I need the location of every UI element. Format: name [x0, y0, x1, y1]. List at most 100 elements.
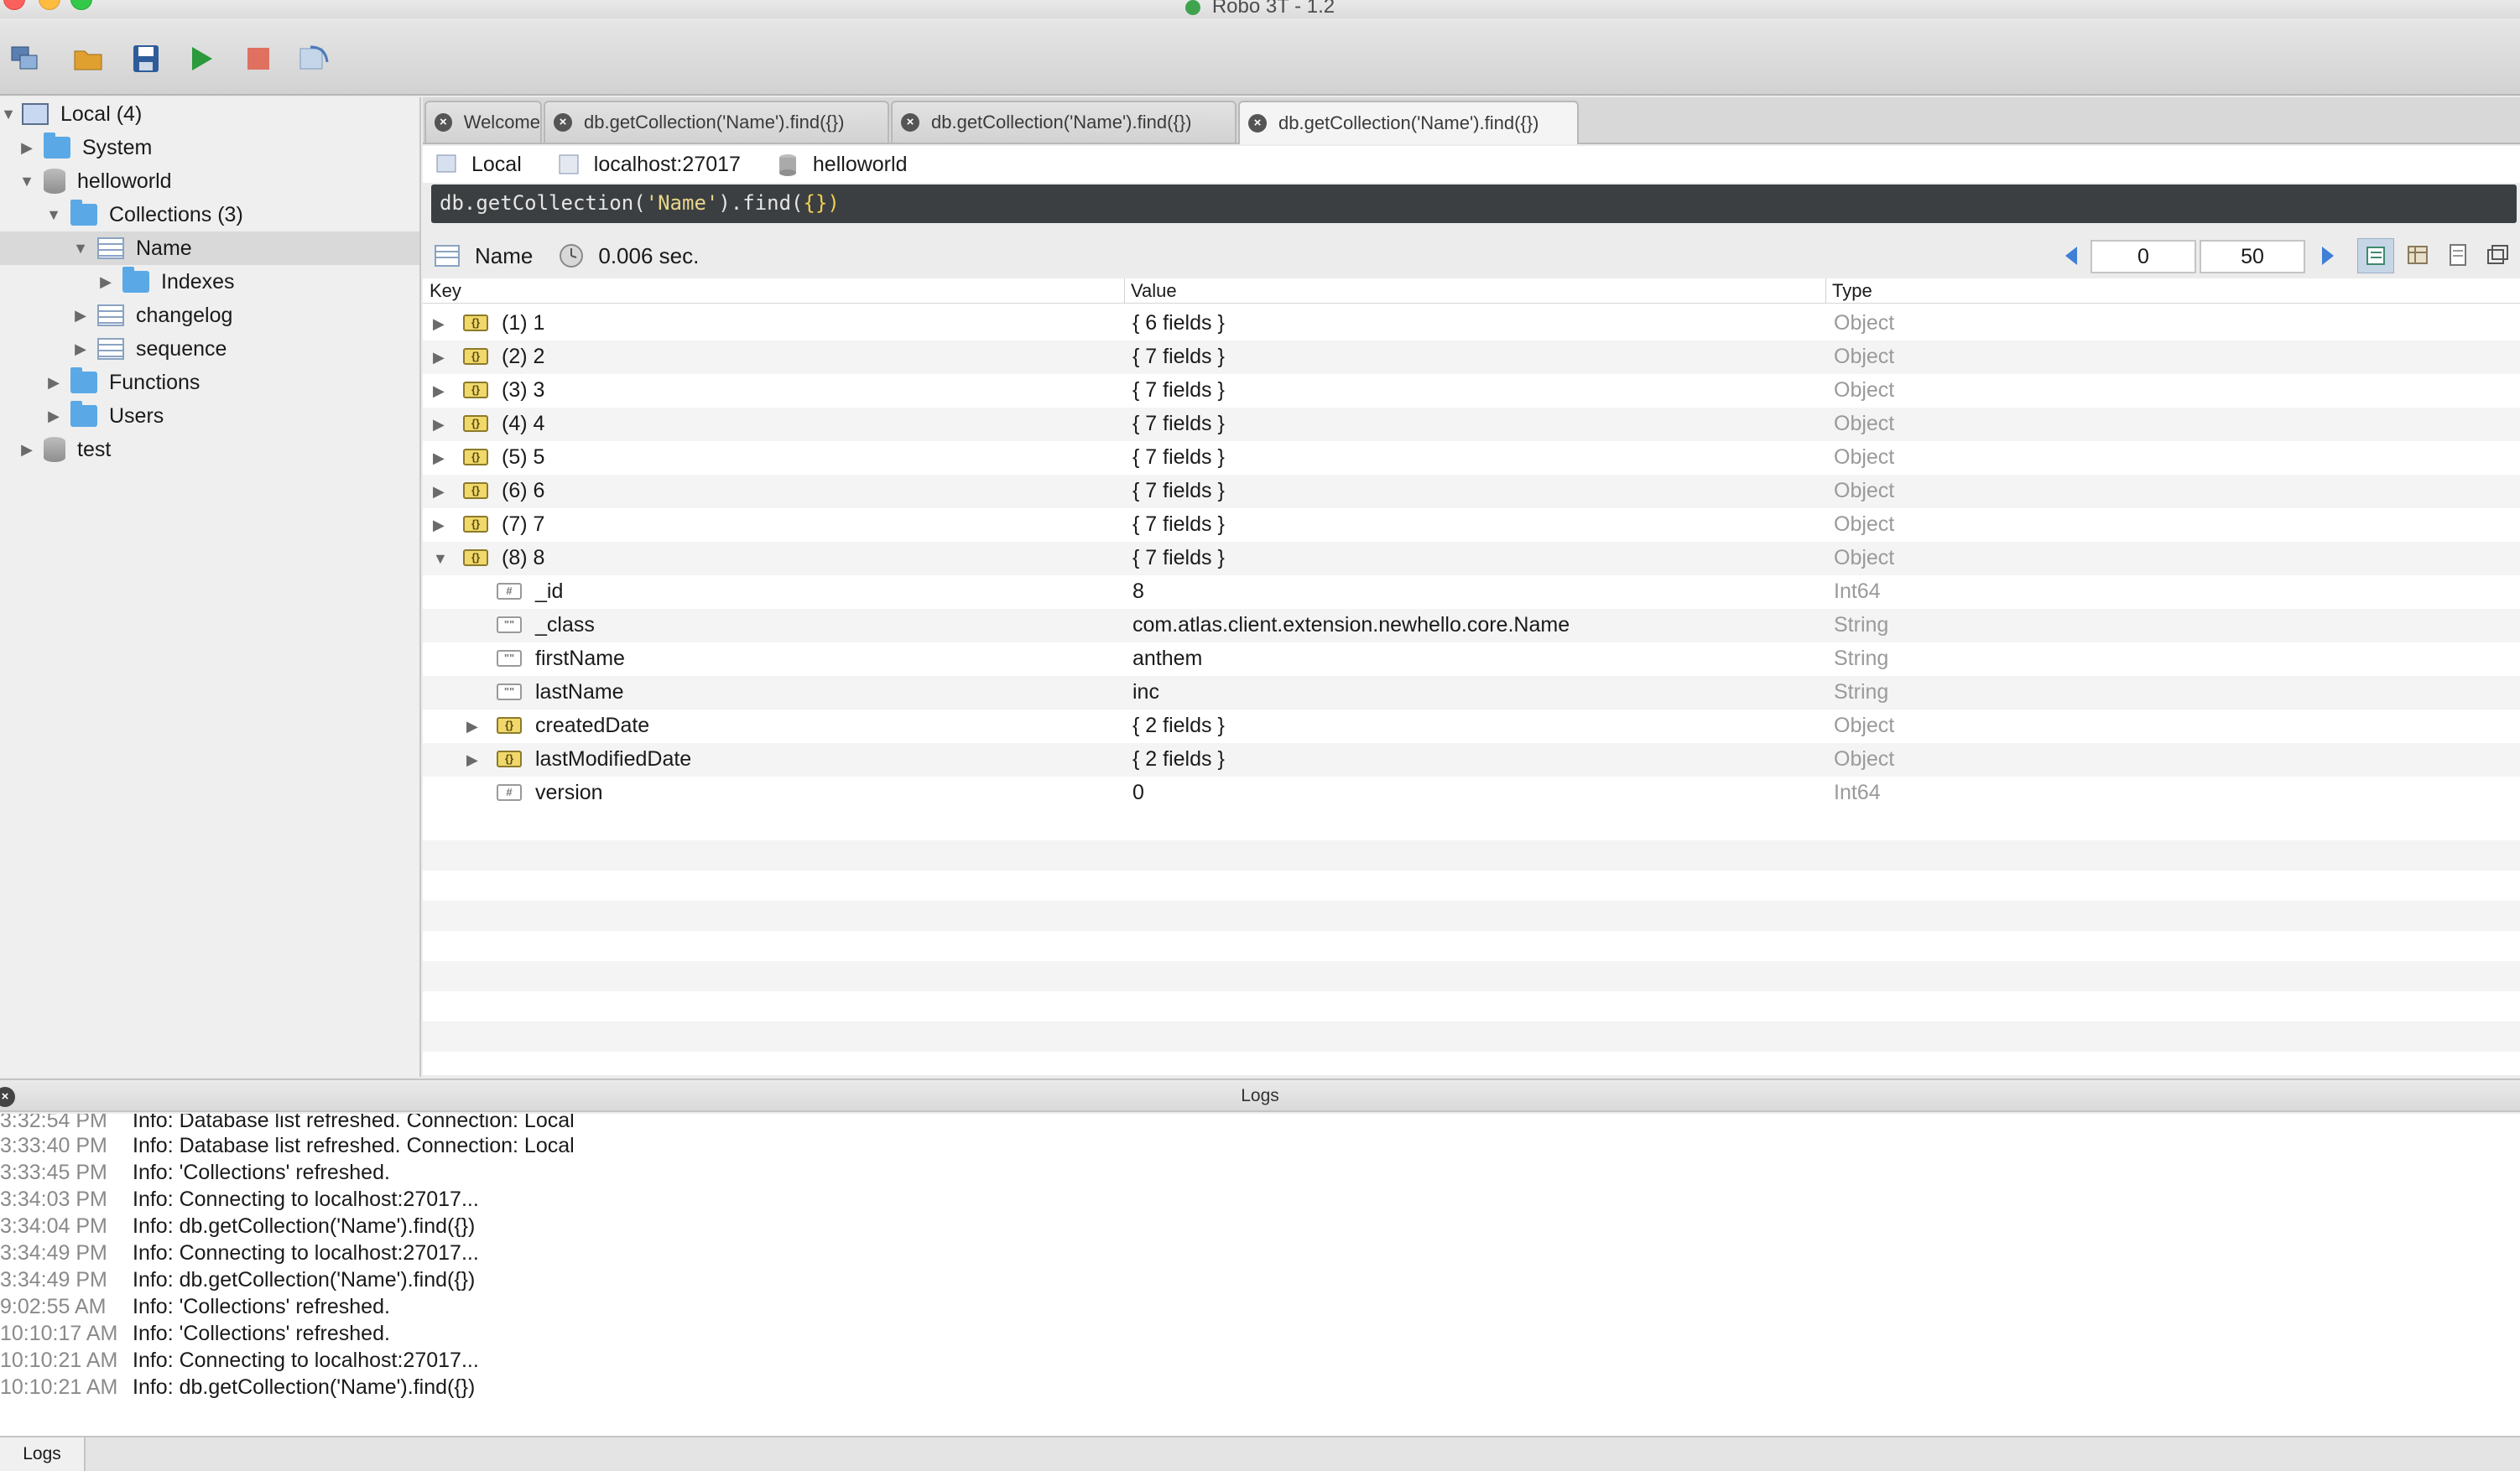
close-tab-icon[interactable]: ×	[1248, 114, 1267, 133]
field-row[interactable]: # _id 8 Int64	[423, 575, 2520, 609]
limit-input[interactable]: 50	[2200, 240, 2305, 273]
window-title: Robo 3T - 1.2	[0, 0, 2520, 18]
document-row-expanded[interactable]: ▼ {} (8) 8 { 7 fields } Object	[423, 542, 2520, 575]
folder-icon	[70, 401, 97, 427]
tree-item-helloworld[interactable]: ▼ helloworld	[0, 164, 419, 198]
tab-query-3-active[interactable]: × db.getCollection('Name').find({})	[1238, 101, 1579, 144]
column-header-value[interactable]: Value	[1131, 280, 1177, 302]
tree-item-local[interactable]: ▼ Local (4)	[0, 97, 419, 131]
skip-input[interactable]: 0	[2090, 240, 2196, 273]
number-icon: #	[497, 583, 522, 600]
execute-button[interactable]	[185, 42, 218, 75]
tab-welcome[interactable]: × Welcome	[424, 101, 542, 143]
document-row[interactable]: ▶ {} (4) 4 { 7 fields } Object	[423, 408, 2520, 441]
close-tab-icon[interactable]: ×	[554, 113, 572, 132]
expand-arrow-icon[interactable]: ▶	[45, 374, 62, 392]
query-tabs: × Welcome × db.getCollection('Name').fin…	[423, 97, 2520, 144]
results-collection-name: Name	[475, 242, 534, 268]
expand-arrow-icon[interactable]: ▶	[72, 307, 89, 325]
expand-arrow-icon[interactable]: ▶	[433, 483, 445, 501]
tree-item-changelog[interactable]: ▶ changelog	[0, 299, 419, 332]
maximize-icon	[2487, 245, 2508, 264]
column-divider[interactable]	[1825, 278, 1826, 304]
close-tab-icon[interactable]: ×	[435, 113, 452, 132]
column-header-type[interactable]: Type	[1832, 280, 1872, 302]
field-row[interactable]: "" _class com.atlas.client.extension.new…	[423, 609, 2520, 642]
refresh-button[interactable]	[299, 42, 332, 75]
expand-arrow-icon[interactable]: ▶	[18, 441, 35, 459]
field-row[interactable]: ▶ {} createdDate { 2 fields } Object	[423, 710, 2520, 743]
tree-item-users[interactable]: ▶ Users	[0, 399, 419, 433]
tree-item-collection-name[interactable]: ▼ Name	[0, 231, 419, 265]
column-header-key[interactable]: Key	[430, 280, 461, 302]
connect-button[interactable]	[8, 42, 42, 75]
tree-item-label: Users	[109, 403, 164, 428]
logs-panel-header: × Logs	[0, 1079, 2520, 1112]
table-view-button[interactable]	[2401, 238, 2434, 273]
stop-button[interactable]	[242, 42, 275, 75]
field-row[interactable]: ▶ {} lastModifiedDate { 2 fields } Objec…	[423, 743, 2520, 777]
tab-query-2[interactable]: × db.getCollection('Name').find({})	[891, 101, 1237, 143]
document-row[interactable]: ▶ {} (2) 2 { 7 fields } Object	[423, 340, 2520, 374]
collapse-arrow-icon[interactable]: ▼	[433, 550, 448, 568]
expand-arrow-icon[interactable]: ▶	[466, 718, 478, 736]
tree-item-functions[interactable]: ▶ Functions	[0, 366, 419, 399]
expand-arrow-icon[interactable]: ▶	[97, 273, 114, 291]
text-view-icon	[2450, 244, 2466, 266]
expand-arrow-icon[interactable]: ▶	[466, 751, 478, 769]
app-logo-icon	[1185, 0, 1200, 15]
close-tab-icon[interactable]: ×	[901, 113, 919, 132]
expand-arrow-icon[interactable]: ▶	[433, 315, 445, 333]
document-row[interactable]: ▶ {} (7) 7 { 7 fields } Object	[423, 508, 2520, 542]
expand-arrow-icon[interactable]: ▼	[0, 106, 17, 123]
results-tree-table: Key Value Type ▶ {} (1) 1 { 6 fields } O…	[423, 278, 2520, 1075]
document-row[interactable]: ▶ {} (1) 1 { 6 fields } Object	[423, 307, 2520, 340]
object-icon: {}	[463, 449, 488, 465]
column-divider[interactable]	[1124, 278, 1125, 304]
clock-icon	[560, 244, 584, 268]
document-row[interactable]: ▶ {} (6) 6 { 7 fields } Object	[423, 475, 2520, 508]
tree-item-sequence[interactable]: ▶ sequence	[0, 332, 419, 366]
query-editor[interactable]: db.getCollection('Name').find({})	[431, 185, 2517, 223]
text-view-button[interactable]	[2441, 238, 2475, 273]
field-row[interactable]: # version 0 Int64	[423, 777, 2520, 810]
save-button[interactable]	[129, 42, 163, 75]
object-icon: {}	[463, 549, 488, 566]
logs-dock-tab[interactable]: Logs	[0, 1437, 86, 1471]
object-icon: {}	[463, 314, 488, 331]
field-row[interactable]: "" lastName inc String	[423, 676, 2520, 710]
expand-arrow-icon[interactable]: ▼	[45, 206, 62, 224]
query-time: 0.006 sec.	[598, 242, 700, 268]
document-row[interactable]: ▶ {} (3) 3 { 7 fields } Object	[423, 374, 2520, 408]
database-icon	[44, 437, 65, 462]
expand-arrow-icon[interactable]: ▶	[45, 408, 62, 425]
next-page-button[interactable]	[2322, 247, 2334, 265]
expand-arrow-icon[interactable]: ▶	[433, 450, 445, 467]
expand-arrow-icon[interactable]: ▶	[433, 517, 445, 534]
tree-item-test[interactable]: ▶ test	[0, 433, 419, 466]
tab-query-1[interactable]: × db.getCollection('Name').find({})	[544, 101, 889, 143]
object-icon: {}	[463, 415, 488, 432]
expand-arrow-icon[interactable]: ▼	[72, 240, 89, 257]
field-row[interactable]: "" firstName anthem String	[423, 642, 2520, 676]
expand-arrow-icon[interactable]: ▶	[72, 340, 89, 358]
collection-icon	[97, 338, 124, 360]
expand-arrow-icon[interactable]: ▼	[18, 173, 35, 190]
object-icon: {}	[463, 348, 488, 365]
prev-page-button[interactable]	[2065, 247, 2077, 265]
expand-arrow-icon[interactable]: ▶	[433, 416, 445, 434]
tree-view-button[interactable]	[2357, 238, 2394, 273]
document-row[interactable]: ▶ {} (5) 5 { 7 fields } Object	[423, 441, 2520, 475]
tree-item-label: System	[82, 135, 153, 159]
empty-row-stripe	[423, 1021, 2520, 1052]
tab-label: db.getCollection('Name').find({})	[584, 112, 845, 133]
tree-item-indexes[interactable]: ▶ Indexes	[0, 265, 419, 299]
expand-arrow-icon[interactable]: ▶	[18, 139, 35, 157]
close-logs-icon[interactable]: ×	[0, 1087, 15, 1107]
tree-item-collections[interactable]: ▼ Collections (3)	[0, 198, 419, 231]
expand-arrow-icon[interactable]: ▶	[433, 382, 445, 400]
expand-arrow-icon[interactable]: ▶	[433, 349, 445, 366]
tree-item-system[interactable]: ▶ System	[0, 131, 419, 164]
open-button[interactable]	[72, 42, 106, 75]
maximize-results-button[interactable]	[2480, 238, 2513, 273]
